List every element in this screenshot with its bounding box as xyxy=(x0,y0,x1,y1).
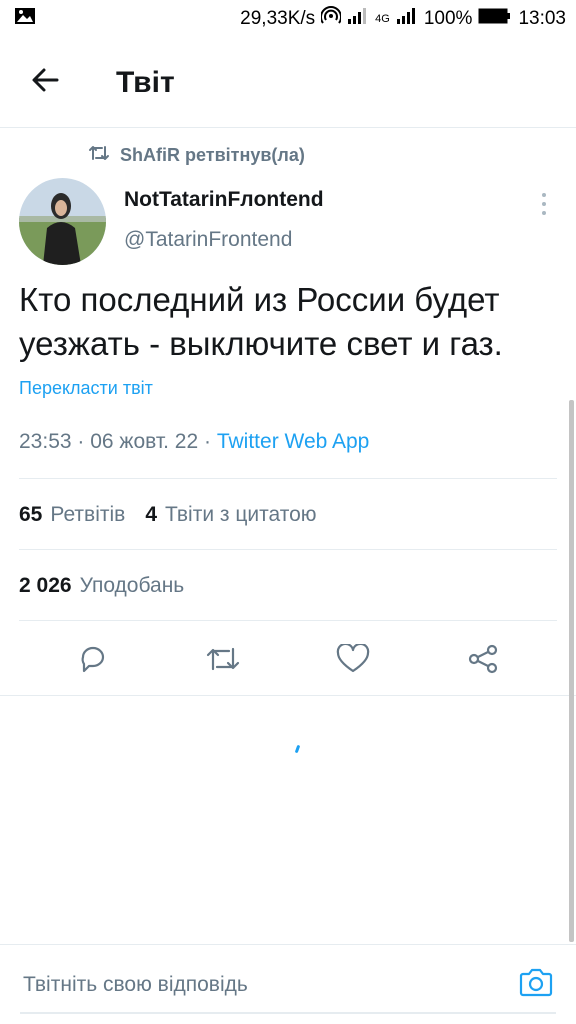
more-options-button[interactable] xyxy=(532,190,556,218)
status-bar: 29,33K/s 4G 100% 13:03 xyxy=(0,0,576,38)
arrow-left-icon xyxy=(30,65,60,100)
image-notification-icon xyxy=(14,7,36,31)
tweet-meta: 23:53 · 06 жовт. 22 · Twitter Web App xyxy=(19,430,369,454)
divider xyxy=(19,478,557,479)
share-button[interactable] xyxy=(453,632,513,692)
retweet-stats: 65 Ретвітів 4 Твіти з цитатою xyxy=(19,503,317,527)
tweet-date: 06 жовт. 22 xyxy=(90,430,199,453)
more-dot xyxy=(542,211,546,215)
battery-percent: 100% xyxy=(423,8,473,29)
quotes-label: Твіти з цитатою xyxy=(165,503,317,526)
more-dot xyxy=(542,193,546,197)
retweeted-by-text: ShAfiR ретвітнув(ла) xyxy=(120,145,305,165)
retweeted-by[interactable]: ShAfiR ретвітнув(ла) xyxy=(88,144,305,167)
quotes-stat[interactable]: 4 Твіти з цитатою xyxy=(145,503,316,527)
meta-separator: · xyxy=(204,430,217,453)
scrollbar[interactable] xyxy=(569,400,574,942)
battery-icon xyxy=(478,7,512,31)
likes-label: Уподобань xyxy=(79,574,185,597)
camera-icon xyxy=(519,966,553,1003)
more-dot xyxy=(542,202,546,206)
reply-underline xyxy=(20,1012,556,1014)
like-button[interactable] xyxy=(323,632,383,692)
author-handle[interactable]: @TatarinFrontend xyxy=(124,228,292,252)
reply-button[interactable] xyxy=(63,632,123,692)
tweet-source[interactable]: Twitter Web App xyxy=(217,430,370,453)
author-name[interactable]: NotTatarinFлontend xyxy=(124,188,324,212)
clock: 13:03 xyxy=(518,8,566,29)
likes-stats[interactable]: 2 026 Уподобань xyxy=(19,574,184,598)
retweets-stat[interactable]: 65 Ретвітів xyxy=(19,503,125,527)
status-left xyxy=(14,7,36,31)
avatar[interactable] xyxy=(19,178,106,265)
share-icon xyxy=(467,643,499,680)
divider xyxy=(19,549,557,550)
back-button[interactable] xyxy=(0,38,90,128)
divider xyxy=(19,620,557,621)
meta-separator: · xyxy=(77,430,91,453)
translate-tweet-link[interactable]: Перекласти твіт xyxy=(19,378,153,399)
page-title: Твіт xyxy=(116,65,175,99)
tweet-text: Кто последний из России будет уезжать - … xyxy=(19,281,503,362)
retweets-count: 65 xyxy=(19,503,43,526)
retweet-icon xyxy=(88,144,110,167)
quotes-count: 4 xyxy=(145,503,157,526)
network-type: 4G xyxy=(375,13,390,25)
retweet-icon xyxy=(205,644,241,679)
top-bar: Твіт xyxy=(0,38,576,128)
tweet-time: 23:53 xyxy=(19,430,72,453)
reply-icon xyxy=(77,643,109,680)
signal-icon xyxy=(347,7,369,31)
retweets-label: Ретвітів xyxy=(50,503,126,526)
hotspot-icon xyxy=(320,6,343,32)
camera-button[interactable] xyxy=(518,967,554,1003)
network-speed: 29,33K/s xyxy=(240,8,316,29)
like-icon xyxy=(336,642,370,679)
retweet-button[interactable] xyxy=(193,632,253,692)
status-right: 29,33K/s 4G 100% 13:03 xyxy=(240,6,566,32)
likes-count: 2 026 xyxy=(19,574,72,597)
loading-indicator xyxy=(294,744,301,754)
reply-input[interactable]: Твітніть свою відповідь xyxy=(23,973,248,997)
tweet-actions xyxy=(0,628,576,696)
signal-4g-icon xyxy=(396,7,418,31)
